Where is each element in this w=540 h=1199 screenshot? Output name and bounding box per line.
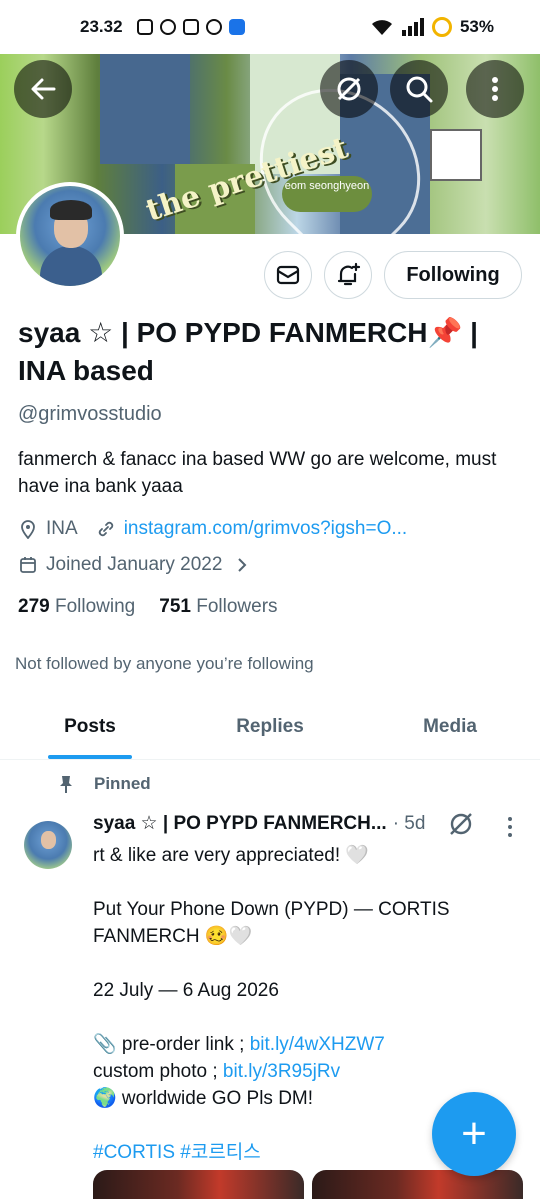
back-button[interactable] [14, 60, 72, 118]
profile-name: syaa ☆ | PO PYPD FANMERCH📌 | INA based [18, 317, 478, 386]
notification-icons [136, 19, 245, 35]
preorder-link[interactable]: bit.ly/4wXHZW7 [250, 1034, 385, 1055]
followers-stat[interactable]: 751 Followers [159, 596, 277, 618]
following-count: 279 [18, 596, 50, 617]
compose-button[interactable]: + [432, 1092, 516, 1176]
link-icon [98, 521, 113, 537]
location-pin-icon [21, 520, 35, 539]
calendar-icon [20, 557, 36, 573]
more-options-button[interactable] [466, 60, 524, 118]
tweet-author-name[interactable]: syaa ☆ | PO PYPD FANMERCH... [93, 812, 387, 835]
pinterest-icon [205, 19, 222, 35]
tweet-avatar[interactable] [24, 821, 72, 869]
wifi-icon [371, 20, 392, 35]
followers-label: Followers [196, 596, 278, 617]
followers-count: 751 [159, 596, 191, 617]
more-vertical-icon[interactable] [505, 815, 515, 839]
tweet-line [93, 869, 513, 896]
grok-icon[interactable] [448, 811, 474, 837]
tweet-line: 22 July — 6 Aug 2026 [93, 980, 279, 1001]
pinned-indicator: Pinned [56, 774, 151, 794]
tweet-media[interactable] [93, 1170, 523, 1199]
chevron-right-icon [238, 558, 247, 572]
tab-media[interactable]: Media [360, 702, 540, 759]
following-stat[interactable]: 279 Following [18, 596, 135, 618]
pin-icon [60, 776, 72, 793]
bell-plus-icon [337, 262, 361, 286]
profile-bio: fanmerch & fanacc ina based WW go are we… [18, 449, 497, 497]
tweet-line [93, 950, 513, 977]
tweet-line [93, 1004, 513, 1031]
plus-icon: + [461, 1109, 487, 1158]
media-image[interactable] [312, 1170, 523, 1199]
joined-date: Joined January 2022 [46, 554, 223, 575]
battery-level: 53% [459, 17, 494, 36]
tweet-line: FANMERCH 🥴🤍 [93, 926, 253, 947]
search-button[interactable] [390, 60, 448, 118]
grok-button[interactable] [320, 60, 378, 118]
profile-tabs: Posts Replies Media [0, 702, 540, 760]
tweet-line-custom-photo: custom photo ; bit.ly/3R95jRv [93, 1058, 513, 1085]
calendar-note-sticker [430, 129, 482, 181]
notifications-button[interactable] [324, 251, 372, 299]
following-label: Following [54, 596, 136, 617]
tweet-header: syaa ☆ | PO PYPD FANMERCH... · 5d [93, 812, 425, 835]
signal-icon [401, 18, 424, 36]
search-icon [406, 76, 433, 103]
media-image[interactable] [93, 1170, 304, 1199]
tab-posts[interactable]: Posts [0, 702, 180, 759]
pinned-label: Pinned [94, 774, 151, 793]
grok-icon [337, 77, 361, 101]
tweet-line-preorder: 📎 pre-order link ; bit.ly/4wXHZW7 [93, 1031, 513, 1058]
back-arrow-icon [31, 78, 56, 100]
custom-photo-link[interactable]: bit.ly/3R95jRv [223, 1061, 340, 1082]
status-time: 23.32 [80, 17, 123, 36]
whatsapp-icon [159, 19, 176, 35]
not-followed-notice: Not followed by anyone you’re following [15, 654, 314, 673]
custom-photo-text: custom photo ; [93, 1061, 223, 1082]
message-button[interactable] [264, 251, 312, 299]
envelope-icon [276, 265, 300, 285]
profile-location: INA [46, 518, 78, 539]
app-notification-icon [228, 19, 245, 35]
profile-avatar[interactable] [16, 182, 124, 290]
more-vertical-icon [492, 77, 498, 101]
profile-website-link[interactable]: instagram.com/grimvos?igsh=O... [124, 518, 408, 540]
tweet-line: rt & like are very appreciated! 🤍 [93, 845, 370, 866]
battery-icon [431, 17, 452, 37]
location-link-row: INA instagram.com/grimvos?igsh=O... [18, 518, 407, 540]
joined-row[interactable]: Joined January 2022 [18, 554, 260, 576]
tab-replies[interactable]: Replies [180, 702, 360, 759]
preorder-text: 📎 pre-order link ; [93, 1034, 250, 1055]
profile-handle: @grimvosstudio [18, 403, 162, 425]
status-bar: 23.32 53% [0, 0, 540, 54]
tweet-line: Put Your Phone Down (PYPD) — CORTIS [93, 899, 450, 920]
follow-stats: 279 Following 751 Followers [18, 596, 278, 618]
instagram-icon [182, 19, 199, 35]
tweet-timestamp[interactable]: · 5d [393, 813, 426, 835]
instagram-icon [136, 19, 153, 35]
following-button[interactable]: Following [384, 251, 522, 299]
